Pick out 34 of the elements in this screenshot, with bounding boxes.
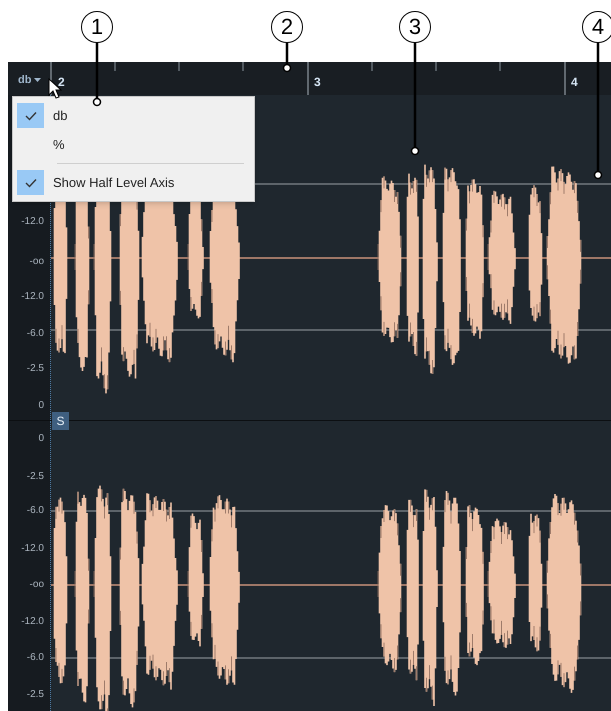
menu-item-label: Show Half Level Axis — [53, 174, 174, 192]
callout-number: 1 — [81, 11, 113, 43]
solo-badge[interactable]: S — [52, 412, 69, 430]
axis-label: -oo — [30, 257, 44, 267]
callout-number: 2 — [271, 11, 303, 43]
caret-icon — [34, 78, 42, 82]
menu-item[interactable]: Show Half Level Axis — [17, 168, 250, 197]
axis-label: -oo — [30, 580, 44, 590]
bar-number: 3 — [314, 76, 321, 88]
menu-item-label: db — [53, 106, 68, 125]
axis-label: 0 — [38, 434, 44, 444]
axis-label: -2.5 — [26, 690, 44, 700]
bar-number: 2 — [58, 76, 65, 88]
leader-line — [92, 43, 102, 107]
axis-label: -6.0 — [26, 329, 44, 339]
axis-label: -12.0 — [21, 544, 44, 554]
checkmark-icon — [24, 178, 36, 188]
callout-number: 4 — [582, 11, 611, 43]
axis-label: -6.0 — [26, 653, 44, 663]
checkmark-icon — [24, 110, 36, 120]
menu-item[interactable]: db — [17, 101, 250, 130]
menu-item-label: % — [53, 136, 65, 154]
callout-number: 3 — [399, 11, 431, 43]
axis-label: -6.0 — [26, 506, 44, 516]
unit-dropdown-button[interactable]: db — [18, 72, 42, 88]
leader-line — [282, 43, 292, 73]
axis-label: -12.0 — [21, 217, 44, 227]
axis-label: -12.0 — [21, 292, 44, 302]
bar-number: 4 — [571, 76, 578, 88]
axis-label: -2.5 — [26, 364, 44, 374]
axis-label: -12.0 — [21, 617, 44, 627]
axis-label: -2.5 — [26, 472, 44, 482]
axis-label: 0 — [38, 401, 44, 411]
menu-item[interactable]: % — [17, 130, 250, 159]
